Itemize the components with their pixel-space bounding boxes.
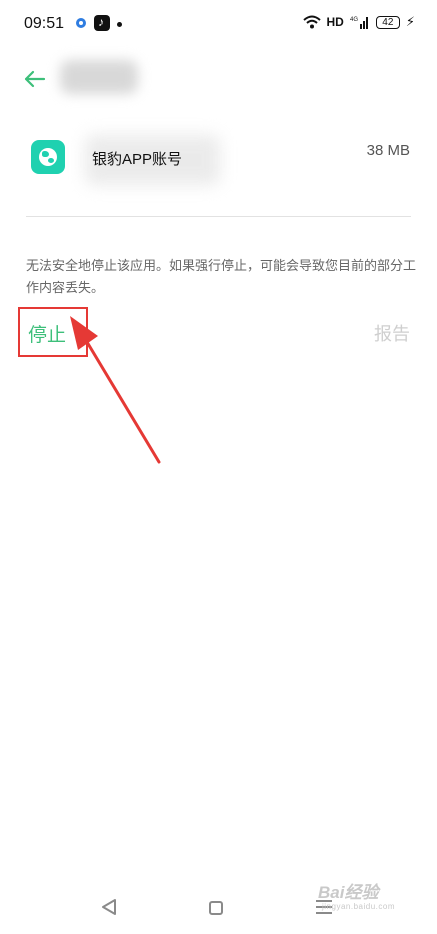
battery-icon: 42 bbox=[375, 15, 400, 29]
stop-button[interactable]: 停止 bbox=[18, 307, 88, 357]
watermark-url: jingyan.baidu.com bbox=[322, 902, 395, 911]
app-size: 38 MB bbox=[366, 142, 410, 159]
app-name: 银豹APP账号 bbox=[92, 151, 183, 168]
globe-icon bbox=[31, 140, 65, 174]
status-bar: 09:51 HD 4G 42 ⚡ bbox=[0, 0, 437, 50]
app-info-row: 银豹APP账号 38 MB bbox=[0, 130, 437, 190]
svg-text:4G: 4G bbox=[350, 17, 358, 23]
hd-indicator: HD bbox=[326, 15, 344, 29]
cell-signal-icon: 4G bbox=[350, 15, 370, 29]
ring-notification-icon bbox=[76, 18, 86, 28]
tiktok-notification-icon bbox=[94, 15, 110, 31]
report-button[interactable]: 报告 bbox=[374, 320, 410, 346]
wifi-icon bbox=[302, 15, 321, 29]
force-stop-warning: 无法安全地停止该应用。如果强行停止，可能会导致您目前的部分工作内容丢失。 bbox=[26, 258, 417, 295]
status-right-group: HD 4G 42 ⚡ bbox=[302, 14, 415, 30]
nav-home-icon[interactable] bbox=[209, 901, 223, 915]
divider bbox=[26, 216, 411, 217]
blurred-page-title bbox=[60, 60, 138, 94]
charging-bolt-icon: ⚡ bbox=[405, 14, 415, 29]
status-time: 09:51 bbox=[24, 15, 65, 32]
watermark-brand: Bai经验 bbox=[318, 883, 379, 902]
baidu-jingyan-watermark: Bai经验 jingyan.baidu.com bbox=[318, 878, 428, 918]
more-notifications-dot-icon bbox=[117, 22, 122, 27]
stop-button-label: 停止 bbox=[28, 325, 67, 346]
nav-back-icon[interactable] bbox=[100, 898, 118, 921]
back-arrow-icon[interactable] bbox=[22, 66, 48, 92]
